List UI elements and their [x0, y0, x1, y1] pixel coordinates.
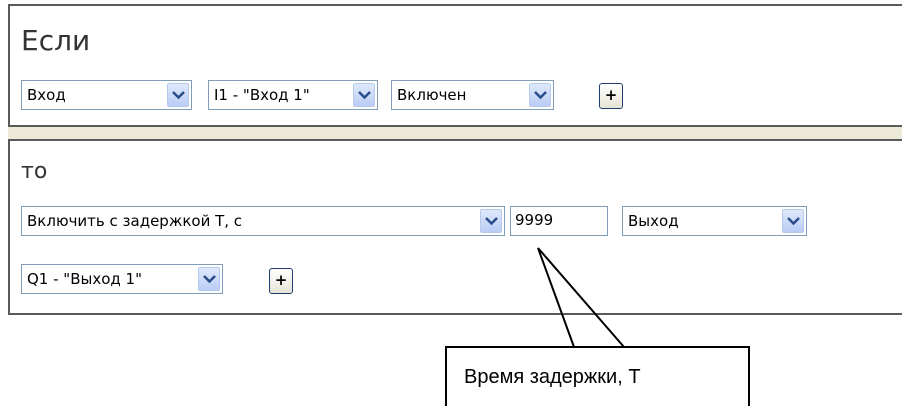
delay-callout: Время задержки, Т [445, 346, 750, 406]
callout-pointer [537, 247, 625, 348]
callout-text: Время задержки, Т [464, 366, 641, 388]
